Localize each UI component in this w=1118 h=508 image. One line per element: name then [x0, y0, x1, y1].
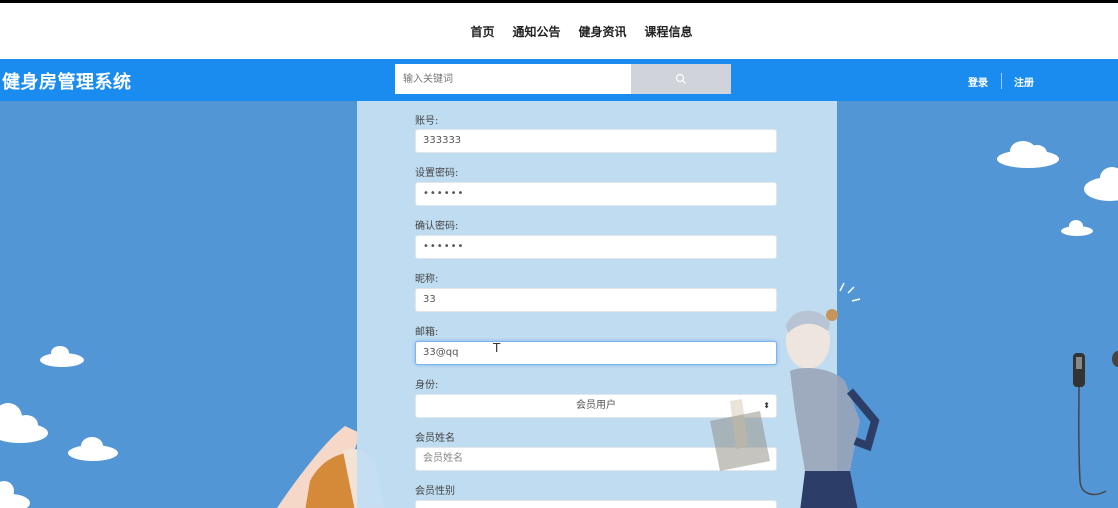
main-nav: 首页 通知公告 健身资讯 课程信息 — [0, 3, 1118, 59]
login-link[interactable]: 登录 — [968, 74, 988, 89]
search-input[interactable] — [395, 64, 631, 94]
cloud-decoration — [40, 346, 84, 367]
nav-item-courses[interactable]: 课程信息 — [645, 23, 693, 40]
email-label: 邮箱: — [415, 327, 439, 338]
member-name-placeholder: 会员姓名 — [423, 453, 463, 464]
cloud-decoration — [997, 141, 1059, 168]
confirm-password-field[interactable]: •••••• — [415, 235, 777, 259]
header-bar: 健身房管理系统 登录 注册 — [0, 59, 1118, 101]
search-box — [395, 64, 731, 94]
cloud-decoration — [1084, 167, 1118, 201]
search-button[interactable] — [631, 64, 731, 94]
cloud-decoration — [0, 403, 48, 443]
nav-item-notices[interactable]: 通知公告 — [512, 23, 560, 40]
runner-figure-illustration — [710, 282, 880, 508]
member-gender-label: 会员性别 — [415, 486, 455, 497]
search-icon — [675, 73, 686, 84]
identity-selected-value: 会员用户 — [576, 400, 616, 411]
password-label: 设置密码: — [415, 168, 459, 179]
text-cursor-icon: T — [493, 341, 501, 355]
cloud-decoration — [1061, 220, 1093, 236]
account-field[interactable]: 333333 — [415, 129, 777, 153]
account-label: 账号: — [415, 116, 439, 127]
brand-title: 健身房管理系统 — [2, 72, 132, 93]
auth-divider — [1001, 73, 1002, 89]
auth-links: 登录 注册 — [968, 73, 1034, 89]
member-name-label: 会员姓名 — [415, 433, 455, 444]
register-link[interactable]: 注册 — [1014, 74, 1034, 89]
password-field[interactable]: •••••• — [415, 182, 777, 206]
hanging-device-illustration — [1073, 351, 1118, 496]
identity-label: 身份: — [415, 380, 439, 391]
nav-item-fitness-news[interactable]: 健身资讯 — [579, 23, 627, 40]
cloud-decoration — [68, 437, 118, 461]
nav-item-home[interactable]: 首页 — [470, 23, 494, 40]
nickname-label: 昵称: — [415, 274, 439, 285]
page-background: 账号: 333333 设置密码: •••••• 确认密码: •••••• 昵称:… — [0, 101, 1118, 508]
cloud-decoration — [0, 481, 30, 508]
confirm-password-label: 确认密码: — [415, 221, 459, 232]
